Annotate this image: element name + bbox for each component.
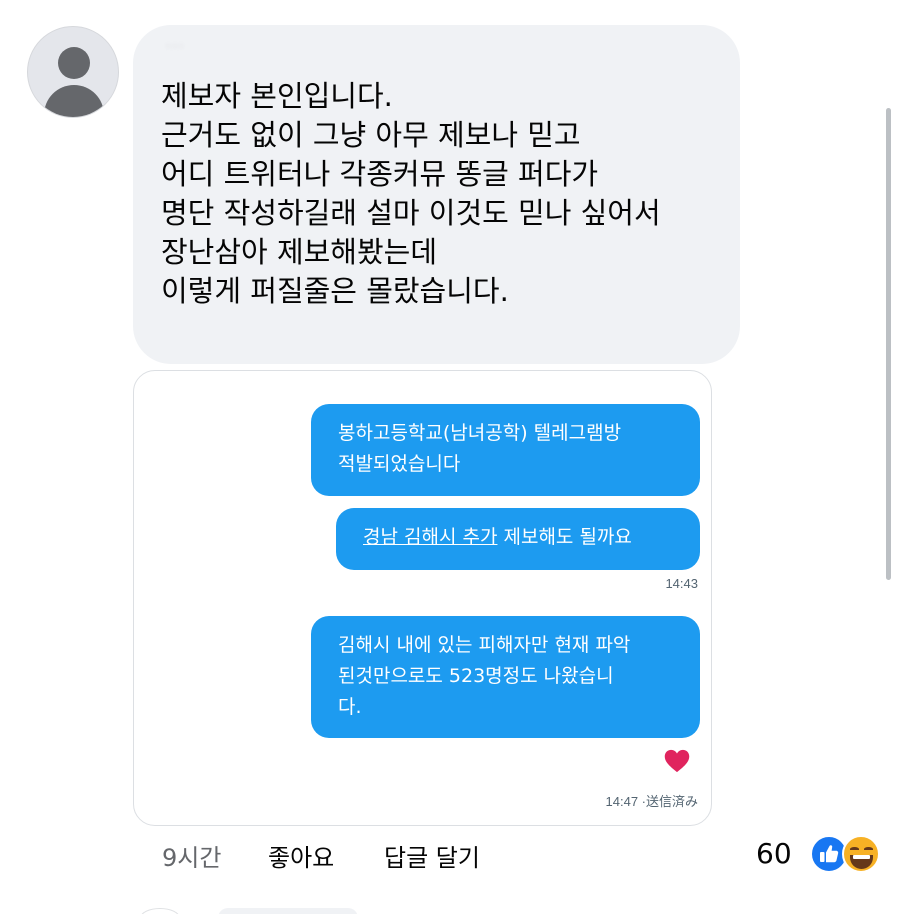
scrollbar[interactable] bbox=[886, 108, 891, 580]
reaction-count: 60 bbox=[756, 837, 792, 870]
comment-time[interactable]: 9시간 bbox=[162, 838, 221, 873]
message-text: 제보해도 될까요 bbox=[497, 526, 632, 548]
haha-icon bbox=[842, 835, 880, 873]
haha-eye bbox=[850, 847, 859, 851]
comment-line: 제보자 본인입니다. bbox=[161, 79, 393, 113]
haha-eye bbox=[864, 847, 873, 851]
message-bubble: 김해시 내에 있는 피해자만 현재 파악 된것만으로도 523명정도 나왔습니 … bbox=[311, 616, 700, 738]
comment-line: 장난삼아 제보해봤는데 bbox=[161, 235, 438, 269]
attached-screenshot[interactable]: 봉하고등학교(남녀공학) 텔레그램방 적발되었습니다 경남 김해시 추가 제보해… bbox=[133, 370, 712, 826]
avatar-shoulders-shape bbox=[44, 85, 104, 117]
comment-line: 이렇게 퍼질줄은 몰랐습니다. bbox=[161, 274, 509, 308]
message-bubble: 경남 김해시 추가 제보해도 될까요 bbox=[336, 508, 700, 570]
comment-bubble: ··· 제보자 본인입니다. 근거도 없이 그냥 아무 제보나 믿고 어디 트위… bbox=[133, 25, 740, 364]
message-timestamp: 14:43 bbox=[665, 576, 698, 591]
heart-icon bbox=[664, 749, 690, 773]
message-line: 된것만으로도 523명정도 나왔습니 bbox=[338, 665, 614, 687]
next-comment-bubble bbox=[218, 908, 358, 914]
comment-line: 근거도 없이 그냥 아무 제보나 믿고 bbox=[161, 118, 581, 152]
comment-text: 제보자 본인입니다. 근거도 없이 그냥 아무 제보나 믿고 어디 트위터나 각… bbox=[161, 77, 661, 311]
message-line: 김해시 내에 있는 피해자만 현재 파악 bbox=[338, 634, 631, 656]
comment-line: 어디 트위터나 각종커뮤 똥글 퍼다가 bbox=[161, 157, 599, 191]
next-comment-avatar bbox=[140, 908, 180, 914]
avatar[interactable] bbox=[27, 26, 119, 118]
message-bubble: 봉하고등학교(남녀공학) 텔레그램방 적발되었습니다 bbox=[311, 404, 700, 496]
message-line: 다. bbox=[338, 696, 362, 718]
message-line: 적발되었습니다 bbox=[338, 453, 461, 475]
reply-button[interactable]: 답글 달기 bbox=[384, 838, 480, 873]
author-name[interactable]: ··· bbox=[166, 39, 236, 57]
message-line: 봉하고등학교(남녀공학) 텔레그램방 bbox=[338, 422, 622, 444]
avatar-head-shape bbox=[58, 47, 90, 79]
comment-line: 명단 작성하길래 설마 이것도 믿나 싶어서 bbox=[161, 196, 661, 230]
message-timestamp: 14:47 ·送信済み bbox=[605, 794, 698, 809]
haha-mouth bbox=[850, 855, 873, 869]
message-line: 경남 김해시 추가 제보해도 될까요 bbox=[363, 522, 700, 553]
message-underlined-text: 경남 김해시 추가 bbox=[363, 526, 498, 548]
like-button[interactable]: 좋아요 bbox=[268, 838, 334, 873]
